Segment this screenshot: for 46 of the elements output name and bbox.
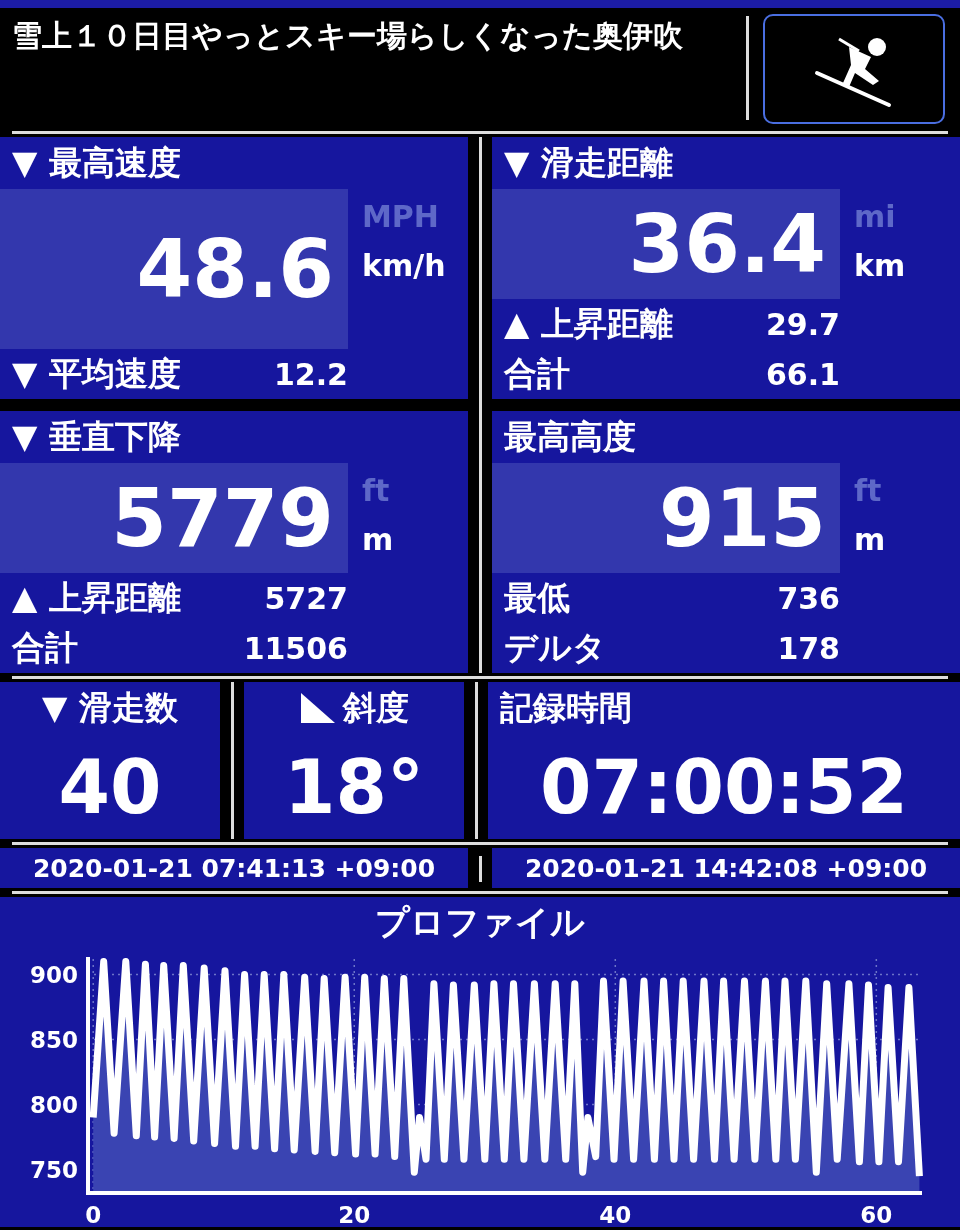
chart-title: プロファイル xyxy=(374,901,586,944)
skier-button[interactable] xyxy=(763,14,945,124)
sub-value: 5727 xyxy=(264,580,348,616)
sub-value: 178 xyxy=(777,630,840,666)
y-tick-label: 800 xyxy=(30,1091,78,1118)
activity-title: 雪上１０日目やっとスキー場らしくなった奥伊吹 xyxy=(11,17,684,55)
stat-label: ▼ 滑走距離 xyxy=(503,142,674,184)
sub-value: 29.7 xyxy=(765,306,840,342)
sub-label: ▲ 上昇距離 xyxy=(504,302,673,345)
sub-label: デルタ xyxy=(504,626,606,669)
counter-label: ▼ 滑走数 xyxy=(42,686,178,729)
counter-label: 斜度 xyxy=(343,686,409,729)
timestamp: 2020-01-21 14:42:08 +09:00 xyxy=(492,848,960,888)
counter-value: 40 xyxy=(57,742,163,832)
sub-value: 11506 xyxy=(243,630,348,666)
timestamp: 2020-01-21 07:41:13 +09:00 xyxy=(0,848,468,888)
sub-label: 合計 xyxy=(504,352,570,395)
stat-value: 5779 xyxy=(0,463,348,573)
sub-label: 最低 xyxy=(504,576,570,619)
counter-label: 記録時間 xyxy=(500,686,632,729)
unit-label[interactable]: m xyxy=(362,522,394,557)
sub-value: 66.1 xyxy=(765,356,840,392)
x-tick-label: 0 xyxy=(85,1202,102,1228)
x-tick-label: 60 xyxy=(860,1202,893,1228)
sub-label: ▼ 平均速度 xyxy=(12,352,181,395)
y-tick-label: 750 xyxy=(30,1156,78,1183)
stat-label: ▼ 垂直下降 xyxy=(11,416,182,458)
unit-label[interactable]: m xyxy=(854,522,886,557)
counter-value: 18° xyxy=(283,742,425,832)
sub-value: 12.2 xyxy=(273,356,348,392)
unit-label[interactable]: km xyxy=(854,248,906,283)
x-tick-label: 40 xyxy=(599,1202,632,1228)
sub-value: 736 xyxy=(777,580,840,616)
stat-value: 915 xyxy=(492,463,840,573)
stat-label: 最高高度 xyxy=(503,416,637,458)
y-tick-label: 850 xyxy=(30,1026,78,1053)
stat-label: ▼ 最高速度 xyxy=(11,142,182,184)
sub-label: 合計 xyxy=(12,626,78,669)
y-tick-label: 900 xyxy=(30,961,78,988)
unit-label[interactable]: km/h xyxy=(362,248,446,283)
sub-label: ▲ 上昇距離 xyxy=(12,576,181,619)
counter-value: 07:00:52 xyxy=(538,742,910,832)
x-tick-label: 20 xyxy=(338,1202,371,1228)
slope-icon xyxy=(299,693,335,723)
stat-value: 36.4 xyxy=(492,189,840,299)
stat-value: 48.6 xyxy=(0,189,348,349)
